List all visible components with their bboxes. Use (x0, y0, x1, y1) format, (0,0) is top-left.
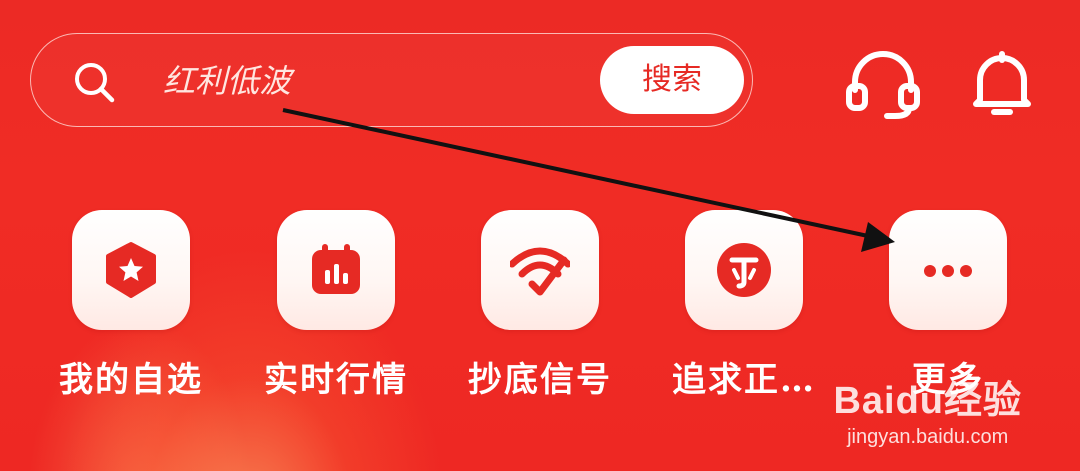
signal-check-icon (510, 247, 570, 296)
tile-box (277, 210, 395, 330)
bell-icon[interactable] (962, 50, 1042, 120)
baidu-watermark: Baidu经验 jingyan.baidu.com (833, 369, 1022, 449)
tile-label: 我的自选 (59, 360, 203, 400)
tile-bottom-signal[interactable]: 抄底信号 (468, 210, 610, 400)
tile-box (685, 210, 803, 330)
search-button[interactable]: 搜索 (600, 46, 744, 114)
search-input[interactable] (163, 59, 583, 103)
tile-pursue[interactable]: 追求正… (672, 210, 814, 400)
tile-box (889, 210, 1007, 330)
tile-label: 实时行情 (264, 360, 408, 400)
watermark-brand: Baidu经验 (833, 380, 1022, 422)
tile-box (481, 210, 599, 330)
ju-coin-icon (717, 243, 771, 297)
star-hexagon-icon (106, 242, 156, 298)
tile-watchlist[interactable]: 我的自选 (59, 210, 201, 400)
search-icon (75, 63, 115, 103)
calendar-chart-icon (312, 244, 360, 294)
tile-box (72, 210, 190, 330)
search-bar[interactable]: 搜索 (30, 33, 753, 127)
headset-icon[interactable] (843, 50, 923, 120)
tile-label: 追求正… (672, 360, 816, 400)
more-dots-icon (924, 265, 972, 277)
tile-label: 抄底信号 (468, 360, 612, 400)
tile-market[interactable]: 实时行情 (264, 210, 406, 400)
watermark-url: jingyan.baidu.com (847, 426, 1009, 448)
